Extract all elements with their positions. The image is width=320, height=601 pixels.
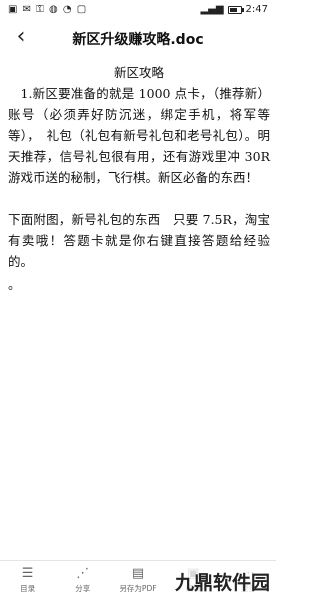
site-watermark: 九鼎软件园 (172, 568, 272, 595)
tab-label: 分享 (75, 584, 91, 593)
tab-label: 目录 (20, 584, 36, 593)
title-bar: ‹ 新区升级赚攻略.doc (0, 20, 276, 56)
tab-save-pdf[interactable]: ▤ 另存为PDF (110, 561, 165, 601)
status-right: ▂▄▆ 2:47 (200, 4, 268, 15)
paragraph: 1.新区要准备的就是 1000 点卡，（推荐新）账号（必须弄好防沉迷，绑定手机，… (8, 86, 270, 185)
outline-icon: ☰ (21, 566, 34, 581)
signal-icon: ▂▄▆ (200, 4, 224, 15)
battery-fill (229, 7, 237, 12)
tab-outline[interactable]: ☰ 目录 (0, 561, 55, 601)
paragraph: 。 (8, 277, 21, 292)
notification-icons: ▣ ✉ ⚿ ◍ ◔ ▢ (8, 4, 88, 15)
document-title: 新区升级赚攻略.doc (72, 32, 204, 48)
pdf-icon: ▤ (131, 566, 145, 581)
status-bar: ▣ ✉ ⚿ ◍ ◔ ▢ ▂▄▆ 2:47 (0, 0, 276, 20)
document-body: 新区攻略 1.新区要准备的就是 1000 点卡，（推荐新）账号（必须弄好防沉迷，… (8, 62, 270, 295)
clock-time: 2:47 (245, 4, 268, 15)
document-heading: 新区攻略 (113, 65, 164, 80)
paragraph: 下面附图，新号礼包的东西 只要 7.5R，淘宝有卖哦！答题卡就是你右键直接答题给… (8, 212, 270, 269)
share-icon: ⋰ (76, 566, 90, 581)
tab-label: 另存为PDF (119, 584, 157, 593)
battery-icon (227, 5, 244, 14)
tab-share[interactable]: ⋰ 分享 (55, 561, 110, 601)
